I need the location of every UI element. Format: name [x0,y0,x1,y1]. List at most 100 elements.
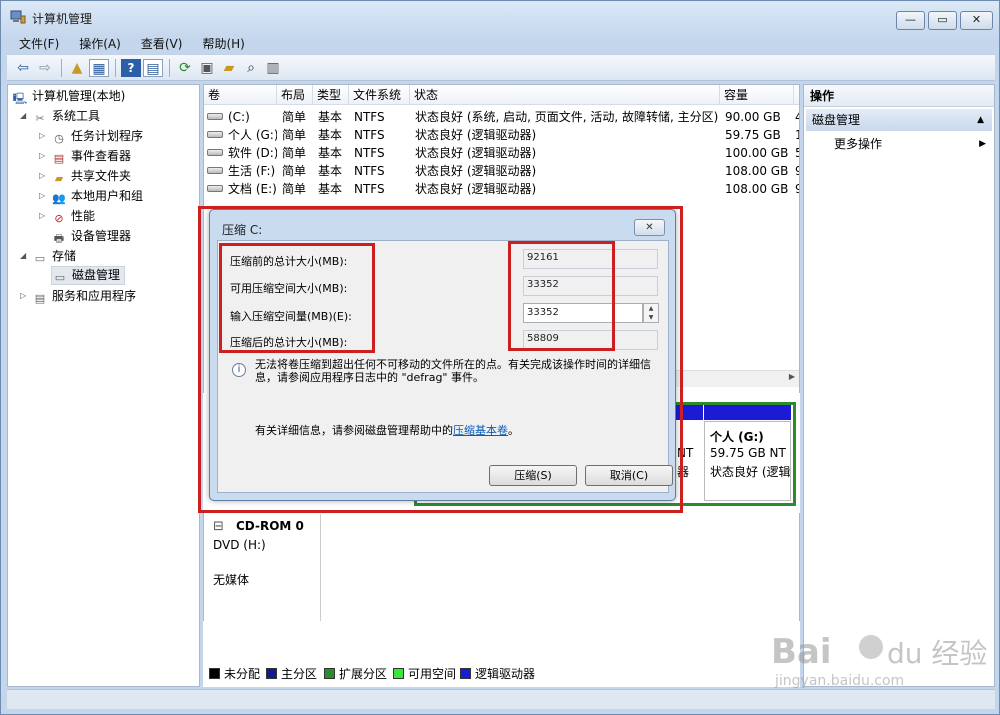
cdrom-icon: ⊟ [213,519,224,534]
actions-section-disk-management[interactable]: 磁盘管理 ▲ [806,109,992,131]
legend-unallocated: 未分配 [209,667,260,681]
cell-capacity: 90.00 GB [725,110,781,124]
tree-item-label: 服务和应用程序 [52,289,137,303]
tree-item-root[interactable]: 🖳 计算机管理(本地) [12,86,126,106]
tree-item-local-users[interactable]: 👥 本地用户和组 [51,186,143,206]
column-header-capacity[interactable]: 容量 [720,85,794,105]
cell-filesystem: NTFS [354,164,385,178]
help-icon[interactable]: ? [121,59,141,77]
annotation-box-values [508,241,615,351]
actions-pane: 操作 磁盘管理 ▲ 更多操作 ▶ [803,84,995,687]
column-header-volume[interactable]: 卷 [204,85,277,105]
title-bar: 计算机管理 — ▭ ✕ [1,1,1000,33]
table-row[interactable]: 文档 (E:) 简单 基本 NTFS 状态良好 (逻辑驱动器) 108.00 G… [204,180,799,198]
volume-block-g[interactable]: 个人 (G:) 59.75 GB NT 状态良好 (逻辑 [704,421,791,501]
collapse-arrow-icon[interactable]: ◢ [20,111,30,120]
cell-type: 基本 [318,128,343,142]
tree-item-label: 任务计划程序 [71,129,144,143]
tree-item-device-manager[interactable]: 🖶 设备管理器 [51,226,131,246]
cell-type: 基本 [318,146,343,160]
cell-capacity: 100.00 GB [725,146,789,160]
maximize-button[interactable]: ▭ [928,11,957,30]
cell-volume: 软件 (D:) [228,146,277,160]
tree-item-performance[interactable]: ⊘ 性能 [51,206,95,226]
cell-volume: 生活 (F:) [228,164,276,178]
drive-icon [207,113,223,120]
tree-item-label: 存储 [52,249,77,263]
tree-item-system-tools[interactable]: ✂ 系统工具 [32,106,100,126]
list-header: 卷 布局 类型 文件系统 状态 容量 [204,85,799,105]
tree-item-label: 计算机管理(本地) [32,89,126,103]
logical-drive-bar [704,405,791,420]
tree-item-task-scheduler[interactable]: ◷ 任务计划程序 [51,126,143,146]
collapse-arrow-icon[interactable]: ◢ [20,251,30,260]
svg-text:du 经验: du 经验 [887,637,987,670]
legend-swatch [460,668,471,679]
forward-icon[interactable]: ⇨ [35,59,55,77]
menu-action[interactable]: 操作(A) [67,33,129,53]
expand-arrow-icon[interactable]: ▷ [39,211,49,220]
tree-item-services[interactable]: ▤ 服务和应用程序 [32,286,136,306]
cell-type: 基本 [318,110,343,124]
cdrom-disk-label[interactable]: ⊟ CD-ROM 0 DVD (H:) 无媒体 [207,514,321,621]
table-row[interactable]: (C:) 简单 基本 NTFS 状态良好 (系统, 启动, 页面文件, 活动, … [204,108,799,126]
scroll-right-arrow-icon[interactable]: ▶ [789,372,795,381]
up-folder-icon[interactable]: ▲ [67,59,87,77]
cell-layout: 简单 [282,164,307,178]
expand-arrow-icon[interactable]: ▷ [20,291,30,300]
cell-layout: 简单 [282,146,307,160]
export-icon[interactable]: ▥ [263,59,283,77]
cell-truncated: 9 [795,182,799,196]
properties-icon[interactable]: ▣ [197,59,217,77]
tree-item-label: 共享文件夹 [71,169,132,183]
search-icon[interactable]: ⌕ [241,59,261,77]
tree-item-storage[interactable]: ▭ 存储 [32,246,76,266]
clock-icon: ◷ [54,132,64,145]
cell-filesystem: NTFS [354,182,385,196]
menu-help[interactable]: 帮助(H) [190,33,252,53]
menu-file[interactable]: 文件(F) [7,33,67,53]
menu-view[interactable]: 查看(V) [129,33,191,53]
legend-extended: 扩展分区 [324,667,387,681]
cell-filesystem: NTFS [354,110,385,124]
more-actions-item[interactable]: 更多操作 ▶ [834,135,986,153]
table-row[interactable]: 个人 (G:) 简单 基本 NTFS 状态良好 (逻辑驱动器) 59.75 GB… [204,126,799,144]
table-row[interactable]: 生活 (F:) 简单 基本 NTFS 状态良好 (逻辑驱动器) 108.00 G… [204,162,799,180]
cell-volume: (C:) [228,110,250,124]
column-header-type[interactable]: 类型 [313,85,349,105]
expand-arrow-icon[interactable]: ▷ [39,151,49,160]
expand-arrow-icon[interactable]: ▷ [39,131,49,140]
tree-item-disk-management[interactable]: ▭ 磁盘管理 [51,266,126,285]
annotation-box-labels [219,243,375,353]
cell-status: 状态良好 (逻辑驱动器) [415,164,537,178]
back-icon[interactable]: ⇦ [13,59,33,77]
cdrom-name: CD-ROM 0 [236,519,304,533]
cell-status: 状态良好 (逻辑驱动器) [415,146,537,160]
open-folder-icon[interactable]: ▰ [219,59,239,77]
column-header-filesystem[interactable]: 文件系统 [349,85,410,105]
tree-item-label: 设备管理器 [71,229,132,243]
close-button[interactable]: ✕ [960,11,993,30]
properties-pane-icon[interactable]: ▤ [143,59,163,77]
collapse-up-icon[interactable]: ▲ [977,109,984,131]
refresh-icon[interactable]: ⟳ [175,59,195,77]
tree-item-event-viewer[interactable]: ▤ 事件查看器 [51,146,131,166]
table-row[interactable]: 软件 (D:) 简单 基本 NTFS 状态良好 (逻辑驱动器) 100.00 G… [204,144,799,162]
more-actions-label: 更多操作 [834,137,883,151]
column-header-layout[interactable]: 布局 [277,85,313,105]
volume-size-text: 59.75 GB NT [710,446,786,460]
expand-arrow-icon[interactable]: ▷ [39,171,49,180]
legend-swatch [209,668,220,679]
minimize-button[interactable]: — [896,11,925,30]
performance-icon: ⊘ [54,212,64,225]
column-header-status[interactable]: 状态 [410,85,720,105]
actions-header: 操作 [804,85,994,107]
legend-free-space: 可用空间 [393,667,456,681]
cell-type: 基本 [318,164,343,178]
tree-item-label: 事件查看器 [71,149,132,163]
tree-item-shared-folders[interactable]: ▰ 共享文件夹 [51,166,131,186]
show-hide-tree-icon[interactable]: ▦ [89,59,109,77]
cell-layout: 简单 [282,110,307,124]
device-manager-icon: 🖶 [53,232,65,245]
expand-arrow-icon[interactable]: ▷ [39,191,49,200]
